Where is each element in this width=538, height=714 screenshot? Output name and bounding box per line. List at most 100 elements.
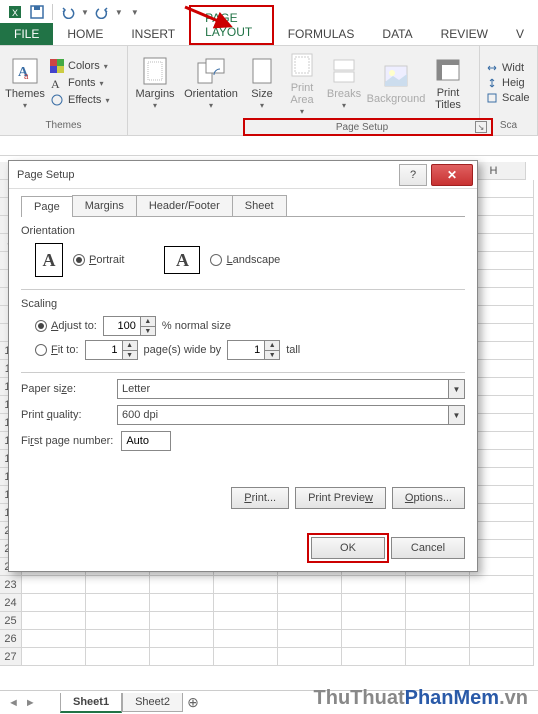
effects-button[interactable]: Effects▾ (48, 92, 111, 108)
cell[interactable] (470, 576, 534, 594)
cell[interactable] (214, 594, 278, 612)
print-preview-button[interactable]: Print Preview (295, 487, 386, 509)
landscape-radio[interactable]: Landscape (210, 254, 280, 266)
cell[interactable] (470, 486, 534, 504)
orientation-button[interactable]: Orientation▾ (180, 54, 242, 113)
cell[interactable] (342, 612, 406, 630)
width-button[interactable]: Widt (484, 61, 532, 75)
cell[interactable] (470, 360, 534, 378)
sheet-tab-2[interactable]: Sheet2 (122, 693, 183, 712)
cell[interactable] (470, 558, 534, 576)
qat-customize-caret[interactable]: ▼ (131, 8, 139, 17)
fit-to-radio[interactable]: Fit to: (35, 344, 79, 356)
cell[interactable] (406, 594, 470, 612)
background-button[interactable]: Background (366, 59, 426, 107)
cell[interactable] (278, 648, 342, 666)
cell[interactable] (470, 216, 534, 234)
cell[interactable] (470, 396, 534, 414)
first-page-input[interactable] (121, 431, 171, 451)
print-quality-combo[interactable]: 600 dpi▼ (117, 405, 465, 425)
height-button[interactable]: Heig (484, 76, 532, 90)
size-button[interactable]: Size▾ (244, 54, 280, 113)
cancel-button[interactable]: Cancel (391, 537, 465, 559)
save-icon[interactable] (28, 3, 46, 21)
dialog-close-button[interactable]: ✕ (431, 164, 473, 186)
tab-insert[interactable]: INSERT (117, 23, 189, 45)
cell[interactable] (278, 576, 342, 594)
cell[interactable] (86, 612, 150, 630)
cell[interactable] (470, 234, 534, 252)
cell[interactable] (470, 594, 534, 612)
cell[interactable] (22, 648, 86, 666)
cell[interactable] (150, 576, 214, 594)
undo-caret[interactable]: ▼ (81, 8, 89, 17)
ok-button[interactable]: OK (311, 537, 385, 559)
page-setup-launcher[interactable]: ↘ (475, 121, 487, 133)
tab-file[interactable]: FILE (0, 23, 53, 45)
row-header[interactable]: 23 (0, 576, 22, 594)
adjust-to-spinner[interactable]: ▲▼ (103, 316, 156, 336)
dialog-help-button[interactable]: ? (399, 164, 427, 186)
sheet-nav-prev[interactable]: ◄ (8, 697, 19, 709)
cell[interactable] (278, 612, 342, 630)
cell[interactable] (470, 612, 534, 630)
cell[interactable] (22, 630, 86, 648)
dialog-tab-sheet[interactable]: Sheet (232, 195, 287, 216)
print-button[interactable]: Print... (231, 487, 289, 509)
cell[interactable] (406, 612, 470, 630)
cell[interactable] (470, 522, 534, 540)
cell[interactable] (214, 630, 278, 648)
cell[interactable] (470, 630, 534, 648)
cell[interactable] (470, 288, 534, 306)
cell[interactable] (342, 648, 406, 666)
row-header[interactable]: 25 (0, 612, 22, 630)
cell[interactable] (86, 630, 150, 648)
cell[interactable] (470, 198, 534, 216)
cell[interactable] (406, 576, 470, 594)
tab-home[interactable]: HOME (53, 23, 117, 45)
cell[interactable] (406, 648, 470, 666)
tab-view-cut[interactable]: V (502, 23, 538, 45)
sheet-tab-1[interactable]: Sheet1 (60, 693, 122, 713)
cell[interactable] (470, 324, 534, 342)
dialog-tab-margins[interactable]: Margins (72, 195, 137, 216)
cell[interactable] (470, 270, 534, 288)
fit-wide-spinner[interactable]: ▲▼ (85, 340, 138, 360)
print-area-button[interactable]: Print Area▾ (282, 48, 322, 119)
breaks-button[interactable]: Breaks▾ (324, 54, 364, 113)
tab-data[interactable]: DATA (368, 23, 426, 45)
cell[interactable] (150, 630, 214, 648)
cell[interactable] (470, 450, 534, 468)
cell[interactable] (214, 648, 278, 666)
redo-caret[interactable]: ▼ (115, 8, 123, 17)
excel-icon[interactable]: X (6, 3, 24, 21)
cell[interactable] (278, 594, 342, 612)
row-header[interactable]: 24 (0, 594, 22, 612)
cell[interactable] (22, 612, 86, 630)
tab-formulas[interactable]: FORMULAS (274, 23, 369, 45)
cell[interactable] (470, 504, 534, 522)
cell[interactable] (470, 252, 534, 270)
cell[interactable] (470, 306, 534, 324)
cell[interactable] (470, 468, 534, 486)
cell[interactable] (214, 612, 278, 630)
cell[interactable] (470, 414, 534, 432)
cell[interactable] (214, 576, 278, 594)
cell[interactable] (86, 594, 150, 612)
fonts-button[interactable]: AFonts▾ (48, 75, 111, 91)
cell[interactable] (470, 378, 534, 396)
cell[interactable] (470, 648, 534, 666)
cell[interactable] (86, 576, 150, 594)
row-header[interactable]: 26 (0, 630, 22, 648)
cell[interactable] (150, 612, 214, 630)
cell[interactable] (342, 630, 406, 648)
cell[interactable] (22, 576, 86, 594)
cell[interactable] (470, 540, 534, 558)
undo-icon[interactable] (59, 3, 77, 21)
cell[interactable] (470, 180, 534, 198)
adjust-to-radio[interactable]: Adjust to: (35, 320, 97, 332)
redo-icon[interactable] (93, 3, 111, 21)
cell[interactable] (342, 594, 406, 612)
dialog-tab-page[interactable]: Page (21, 196, 73, 217)
margins-button[interactable]: Margins▾ (132, 54, 178, 113)
